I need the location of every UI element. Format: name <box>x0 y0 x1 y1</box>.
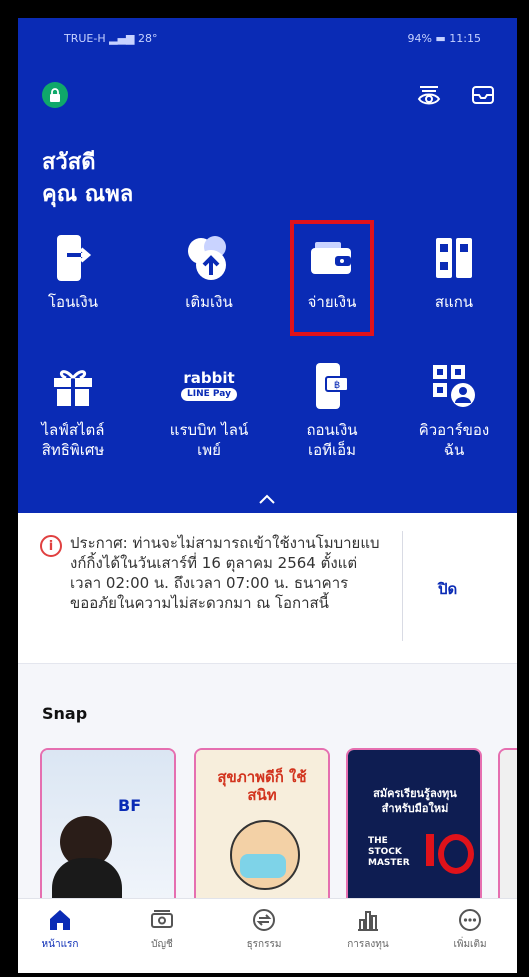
inbox-icon[interactable] <box>470 82 496 108</box>
section-divider <box>18 663 517 664</box>
bf-logo: BF <box>118 796 142 815</box>
announcement-banner: i ประกาศ: ท่านจะไม่สามารถเข้าใช้งานโมบาย… <box>18 513 517 663</box>
nav-transaction-label: ธุรกรรม <box>246 939 282 950</box>
chevron-up-icon[interactable] <box>257 490 277 509</box>
invest-icon <box>355 907 381 933</box>
menu-atm-label: ถอนเงิน <box>306 421 358 439</box>
status-extra: 28° <box>137 32 158 45</box>
nav-invest-label: การลงทุน <box>347 939 389 950</box>
lock-icon[interactable] <box>42 82 68 108</box>
signal-icon: ▂▄▆ <box>109 32 138 45</box>
snap-card-cartoon[interactable]: สุขภาพดีก็ ใช้สนิท <box>194 748 330 908</box>
nav-account-label: บัญชี <box>151 939 173 950</box>
snap-card-bf[interactable]: BF <box>40 748 176 908</box>
my-qr-icon <box>426 358 482 414</box>
header-panel: TRUE-H ▂▄▆ 28° 94% ▬ 11:15 สวัสดี คุณ ณพ… <box>18 18 517 513</box>
nav-account[interactable]: บัญชี <box>122 907 202 952</box>
topup-icon <box>181 230 237 286</box>
nav-transaction[interactable]: ธุรกรรม <box>224 907 304 952</box>
highlight-box <box>290 220 374 336</box>
menu-rabbit-linepay[interactable]: rabbit LINE Pay แรบบิท ไลน์เพย์ <box>154 358 264 460</box>
more-icon <box>457 907 483 933</box>
snap-section-title: Snap <box>42 704 88 723</box>
nav-home-label: หน้าแรก <box>41 939 79 950</box>
greeting-user-name: คุณ ณพล <box>42 182 134 207</box>
status-bar: TRUE-H ▂▄▆ 28° 94% ▬ 11:15 <box>18 32 517 50</box>
menu-atm-withdraw[interactable]: ฿ ถอนเงินเอทีเอ็ม <box>277 358 387 460</box>
close-announcement-button[interactable]: ปิด <box>438 577 457 601</box>
info-icon: i <box>40 535 62 557</box>
bottom-nav: หน้าแรก บัญชี ธุรกรรม การลงทุน เพิ่มเติม <box>18 898 517 973</box>
eye-stack-icon[interactable] <box>416 82 442 108</box>
rabbit-linepay-icon: rabbit LINE Pay <box>181 358 237 414</box>
rabbit-logo-text: rabbit <box>183 369 235 387</box>
greeting-line1: สวัสดี <box>42 150 96 175</box>
menu-lifestyle-label: ไลฟ์สไตล์ <box>41 421 105 439</box>
menu-lifestyle-label2: สิทธิพิเศษ <box>41 441 105 459</box>
account-icon <box>149 907 175 933</box>
home-icon <box>47 907 73 933</box>
clock-label: 11:15 <box>449 32 481 45</box>
linepay-logo-text: LINE Pay <box>181 388 237 401</box>
gift-icon <box>45 358 101 414</box>
menu-atm-label2: เอทีเอ็ม <box>307 441 357 459</box>
menu-topup-label: เติมเงิน <box>185 293 233 311</box>
divider <box>402 531 403 641</box>
cartoon-title: สุขภาพดีก็ ใช้สนิท <box>217 768 307 804</box>
menu-lifestyle[interactable]: ไลฟ์สไตล์สิทธิพิเศษ <box>18 358 128 460</box>
carrier-label: TRUE-H <box>64 32 106 45</box>
atm-withdraw-icon: ฿ <box>304 358 360 414</box>
menu-rabbit-label2: เพย์ <box>197 441 221 459</box>
menu-myqr-label: คิวอาร์ของ <box>418 421 490 439</box>
snap-card-partial[interactable] <box>498 748 517 908</box>
menu-rabbit-label: แรบบิท ไลน์ <box>169 421 249 439</box>
nav-invest[interactable]: การลงทุน <box>328 907 408 952</box>
menu-myqr-label2: ฉัน <box>443 441 465 459</box>
app-screen: TRUE-H ▂▄▆ 28° 94% ▬ 11:15 สวัสดี คุณ ณพ… <box>18 18 517 973</box>
nav-more[interactable]: เพิ่มเติม <box>430 907 510 952</box>
transfer-phone-icon <box>45 230 101 286</box>
mask-icon <box>240 854 286 878</box>
menu-scan[interactable]: สแกน <box>399 230 509 312</box>
menu-my-qr[interactable]: คิวอาร์ของฉัน <box>399 358 509 460</box>
battery-icon: ▬ <box>435 32 450 45</box>
nav-home[interactable]: หน้าแรก <box>20 907 100 952</box>
snap-card-stock-master[interactable]: สมัครเรียนรู้ลงทุน สำหรับมือใหม่ THE STO… <box>346 748 482 908</box>
transaction-icon <box>251 907 277 933</box>
menu-transfer-label: โอนเงิน <box>47 293 99 311</box>
battery-label: 94% <box>407 32 432 45</box>
svg-text:฿: ฿ <box>334 380 340 391</box>
menu-topup[interactable]: เติมเงิน <box>154 230 264 312</box>
menu-transfer[interactable]: โอนเงิน <box>18 230 128 312</box>
stock-master-logo: THE STOCK MASTER <box>368 836 410 868</box>
menu-scan-label: สแกน <box>434 293 474 311</box>
stock-card-title: สมัครเรียนรู้ลงทุน สำหรับมือใหม่ <box>373 787 457 815</box>
nav-more-label: เพิ่มเติม <box>453 939 487 950</box>
announcement-text: ประกาศ: ท่านจะไม่สามารถเข้าใช้งานโมบายแบ… <box>70 534 380 612</box>
scan-icon <box>426 230 482 286</box>
